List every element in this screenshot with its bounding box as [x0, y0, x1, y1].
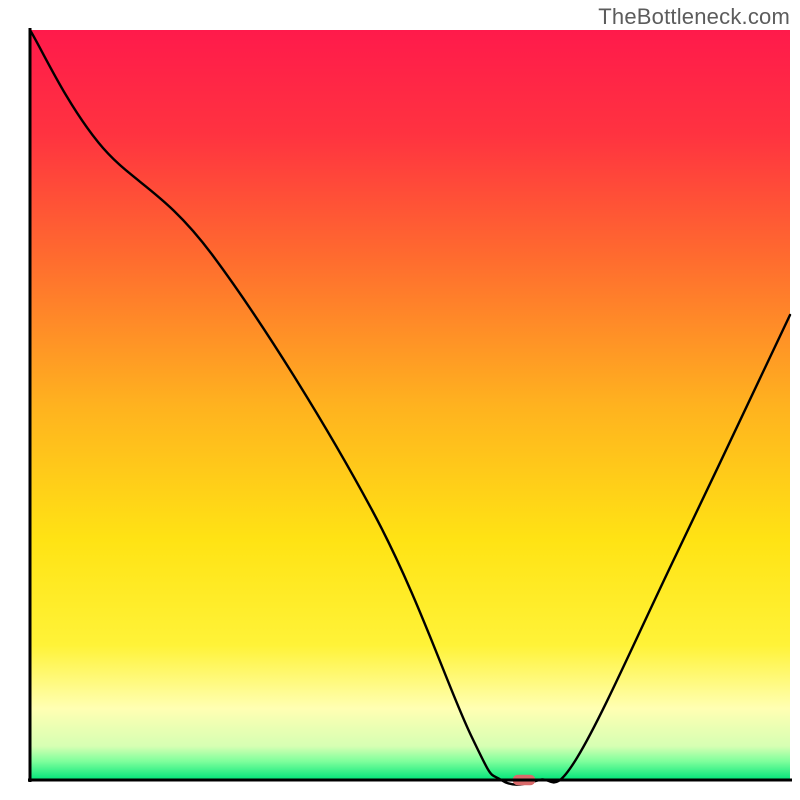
chart-svg — [0, 0, 800, 800]
watermark-text: TheBottleneck.com — [598, 4, 790, 30]
gradient-background — [30, 30, 790, 780]
plot-area — [28, 28, 792, 785]
chart-container: TheBottleneck.com — [0, 0, 800, 800]
